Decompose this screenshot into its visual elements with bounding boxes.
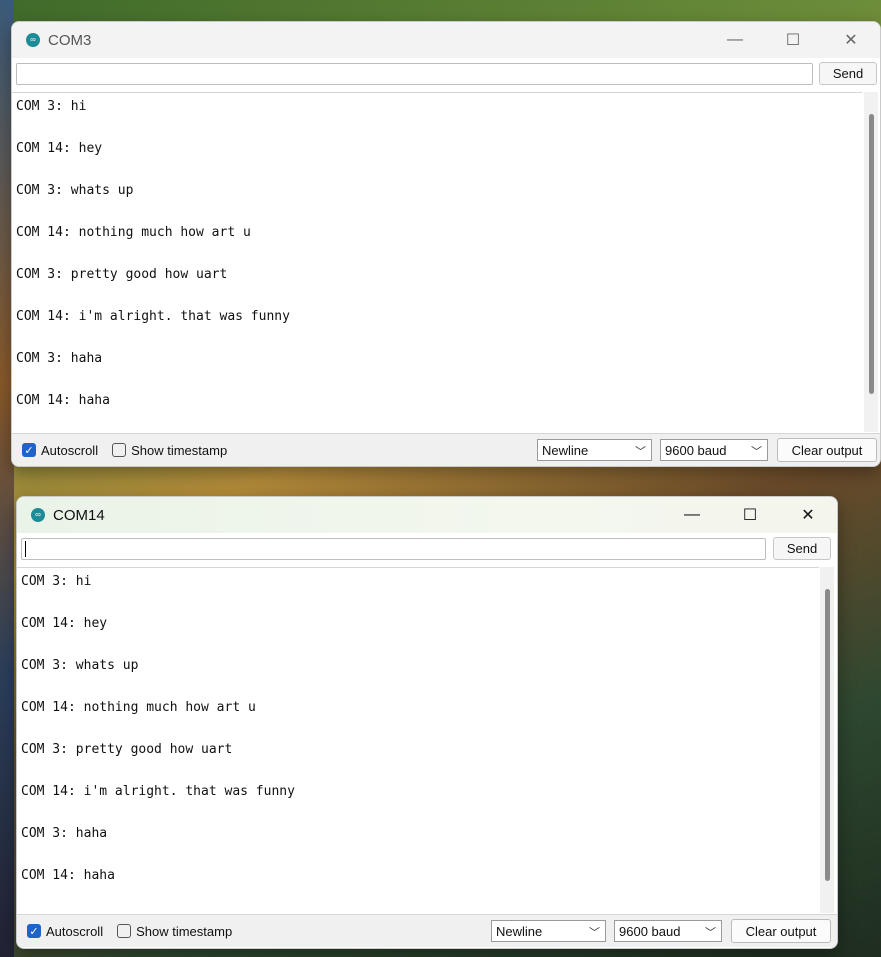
baud-rate-select[interactable]: 9600 baud ﹀ bbox=[660, 439, 768, 461]
chevron-down-icon: ﹀ bbox=[635, 446, 646, 458]
maximize-icon[interactable]: ☐ bbox=[764, 22, 822, 58]
output-line: COM 3: hi bbox=[21, 574, 92, 589]
message-input[interactable] bbox=[16, 63, 813, 85]
window-controls: — ☐ ✕ bbox=[706, 22, 880, 58]
line-ending-value: Newline bbox=[542, 442, 589, 458]
title-bar[interactable]: ∞ COM14 — ☐ ✕ bbox=[17, 497, 837, 533]
line-ending-select[interactable]: Newline ﹀ bbox=[537, 439, 652, 461]
baud-rate-select[interactable]: 9600 baud ﹀ bbox=[614, 920, 722, 942]
show-timestamp-label: Show timestamp bbox=[131, 442, 228, 458]
output-line: COM 14: i'm alright. that was funny bbox=[16, 309, 290, 324]
clear-output-button[interactable]: Clear output bbox=[777, 438, 877, 462]
arduino-icon: ∞ bbox=[26, 33, 40, 47]
autoscroll-label: Autoscroll bbox=[46, 923, 104, 939]
scrollbar-thumb[interactable] bbox=[869, 114, 874, 394]
serial-monitor-window-com14: ∞ COM14 — ☐ ✕ Send COM 3: hi COM 14: hey… bbox=[16, 496, 838, 949]
output-line: COM 14: haha bbox=[16, 393, 110, 408]
chevron-down-icon: ﹀ bbox=[751, 446, 762, 458]
output-line: COM 14: nothing much how art u bbox=[16, 225, 251, 240]
checkbox-box bbox=[112, 443, 127, 457]
checkbox-box bbox=[117, 924, 132, 938]
output-line: COM 3: hi bbox=[16, 99, 87, 114]
output-line: COM 14: hey bbox=[16, 141, 103, 156]
message-input[interactable] bbox=[21, 538, 766, 560]
show-timestamp-checkbox[interactable]: Show timestamp bbox=[117, 924, 232, 939]
clear-output-button[interactable]: Clear output bbox=[731, 919, 831, 943]
output-line: COM 3: pretty good how uart bbox=[21, 742, 233, 757]
window-controls: — ☐ ✕ bbox=[663, 497, 837, 533]
send-row: Send bbox=[17, 533, 837, 563]
output-line: COM 14: i'm alright. that was funny bbox=[21, 784, 295, 799]
close-icon[interactable]: ✕ bbox=[822, 22, 880, 58]
output-line: COM 3: whats up bbox=[16, 183, 134, 198]
send-button[interactable]: Send bbox=[773, 537, 831, 560]
output-line: COM 3: haha bbox=[21, 826, 108, 841]
minimize-icon[interactable]: — bbox=[706, 22, 764, 58]
show-timestamp-checkbox[interactable]: Show timestamp bbox=[112, 443, 227, 458]
send-button[interactable]: Send bbox=[819, 62, 877, 85]
output-line: COM 14: hey bbox=[21, 616, 108, 631]
output-line: COM 14: haha bbox=[21, 868, 115, 883]
output-line: COM 14: nothing much how art u bbox=[21, 700, 256, 715]
chevron-down-icon: ﹀ bbox=[589, 927, 600, 939]
scrollbar-thumb[interactable] bbox=[825, 589, 830, 881]
serial-output[interactable]: COM 3: hi COM 14: hey COM 3: whats up CO… bbox=[17, 567, 819, 914]
close-icon[interactable]: ✕ bbox=[779, 497, 837, 533]
footer-bar: ✓ Autoscroll Show timestamp Newline ﹀ 96… bbox=[17, 914, 837, 947]
minimize-icon[interactable]: — bbox=[663, 497, 721, 533]
line-ending-value: Newline bbox=[496, 923, 543, 939]
vertical-scrollbar[interactable] bbox=[820, 567, 834, 913]
baud-rate-value: 9600 baud bbox=[665, 442, 727, 458]
arduino-icon: ∞ bbox=[31, 508, 45, 522]
output-line: COM 3: pretty good how uart bbox=[16, 267, 228, 282]
chevron-down-icon: ﹀ bbox=[705, 927, 716, 939]
checkmark-icon: ✓ bbox=[22, 443, 36, 457]
serial-monitor-window-com3: ∞ COM3 — ☐ ✕ Send COM 3: hi COM 14: hey … bbox=[11, 21, 881, 467]
baud-rate-value: 9600 baud bbox=[619, 923, 681, 939]
window-title: COM3 bbox=[48, 31, 92, 49]
footer-bar: ✓ Autoscroll Show timestamp Newline ﹀ 96… bbox=[12, 433, 880, 466]
autoscroll-checkbox[interactable]: ✓ Autoscroll bbox=[27, 924, 103, 939]
show-timestamp-label: Show timestamp bbox=[136, 923, 233, 939]
output-line: COM 3: whats up bbox=[21, 658, 139, 673]
window-title: COM14 bbox=[53, 506, 105, 524]
serial-output[interactable]: COM 3: hi COM 14: hey COM 3: whats up CO… bbox=[12, 92, 862, 433]
vertical-scrollbar[interactable] bbox=[864, 92, 878, 432]
title-bar[interactable]: ∞ COM3 — ☐ ✕ bbox=[12, 22, 880, 58]
autoscroll-label: Autoscroll bbox=[41, 442, 99, 458]
autoscroll-checkbox[interactable]: ✓ Autoscroll bbox=[22, 443, 98, 458]
maximize-icon[interactable]: ☐ bbox=[721, 497, 779, 533]
output-line: COM 3: haha bbox=[16, 351, 103, 366]
text-caret bbox=[25, 541, 26, 557]
send-row: Send bbox=[12, 58, 880, 88]
line-ending-select[interactable]: Newline ﹀ bbox=[491, 920, 606, 942]
checkmark-icon: ✓ bbox=[27, 924, 41, 938]
